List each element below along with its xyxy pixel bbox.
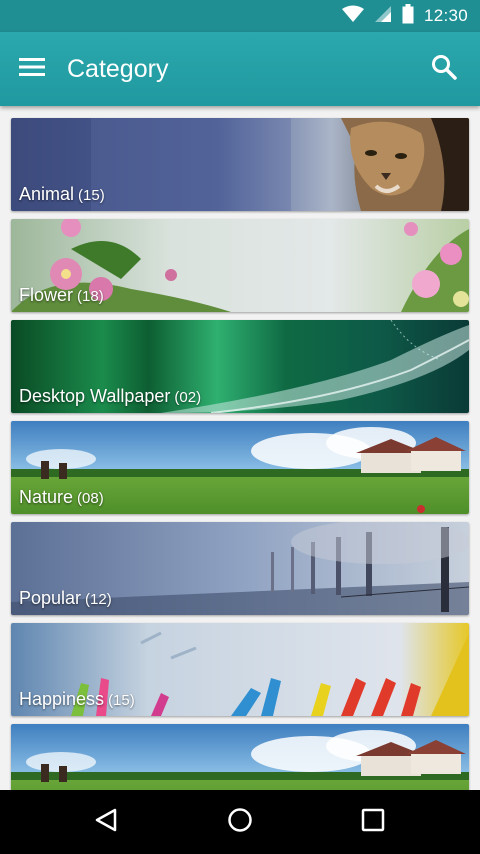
category-card-flower[interactable]: Flower (18) xyxy=(11,219,469,312)
status-time: 12:30 xyxy=(423,6,468,25)
search-icon xyxy=(431,54,457,85)
category-label: Animal (15) xyxy=(19,184,105,205)
category-card-nature[interactable]: Nature (08) xyxy=(11,421,469,514)
category-label: Nature (08) xyxy=(19,487,104,508)
back-triangle-icon xyxy=(93,807,119,838)
category-card-popular[interactable]: Popular (12) xyxy=(11,522,469,615)
category-card-desktop-wallpaper[interactable]: Desktop Wallpaper (02) xyxy=(11,320,469,413)
category-label: Popular (12) xyxy=(19,588,112,609)
category-label: Happiness (15) xyxy=(19,689,135,710)
battery-icon xyxy=(402,3,414,29)
category-name: Animal xyxy=(19,184,75,204)
recents-button[interactable] xyxy=(353,802,393,842)
category-label: Desktop Wallpaper (02) xyxy=(19,386,201,407)
category-list[interactable]: Animal (15) Flower (18) Desktop Wallpape… xyxy=(0,106,480,790)
category-count: (02) xyxy=(174,389,202,406)
wifi-icon xyxy=(341,5,364,28)
back-button[interactable] xyxy=(86,802,126,842)
category-label: Flower (18) xyxy=(19,285,104,306)
status-bar: 12:30 xyxy=(0,0,480,32)
menu-button[interactable] xyxy=(12,49,52,89)
home-circle-icon xyxy=(227,807,253,838)
category-count: (08) xyxy=(77,490,104,507)
category-name: Nature xyxy=(19,487,74,507)
category-count: (12) xyxy=(85,591,112,608)
category-card-partial[interactable] xyxy=(11,724,469,790)
category-card-happiness[interactable]: Happiness (15) xyxy=(11,623,469,716)
search-button[interactable] xyxy=(424,49,464,89)
green-field-image xyxy=(11,724,469,790)
navigation-bar xyxy=(0,790,480,854)
page-title: Category xyxy=(67,55,169,83)
category-name: Happiness xyxy=(19,689,105,709)
home-button[interactable] xyxy=(220,802,260,842)
category-count: (15) xyxy=(78,187,105,204)
recents-square-icon xyxy=(361,808,385,837)
app-bar: Category xyxy=(0,32,480,106)
category-name: Popular xyxy=(19,588,82,608)
status-icons: 12:30 xyxy=(341,0,468,32)
category-card-animal[interactable]: Animal (15) xyxy=(11,118,469,211)
category-count: (18) xyxy=(77,288,104,305)
category-name: Desktop Wallpaper xyxy=(19,386,171,406)
category-count: (15) xyxy=(108,692,135,709)
hamburger-menu-icon xyxy=(19,57,45,82)
category-name: Flower xyxy=(19,285,74,305)
cell-signal-icon xyxy=(374,5,392,28)
